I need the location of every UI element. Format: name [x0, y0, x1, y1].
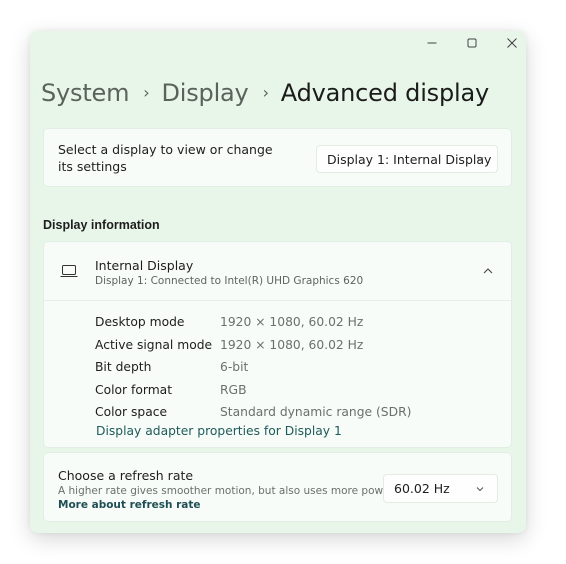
collapse-button[interactable] — [479, 262, 497, 280]
breadcrumb: System › Display › Advanced display — [41, 79, 489, 107]
settings-window: System › Display › Advanced display Sele… — [30, 31, 526, 533]
more-about-refresh-rate-link[interactable]: More about refresh rate — [58, 499, 201, 511]
minimize-icon — [427, 42, 437, 44]
page-title: Advanced display — [280, 79, 489, 107]
maximize-icon — [467, 38, 477, 48]
refresh-rate-title: Choose a refresh rate — [58, 468, 194, 483]
refresh-rate-card: Choose a refresh rate A higher rate give… — [43, 452, 512, 522]
close-icon — [507, 38, 517, 48]
breadcrumb-separator: › — [262, 83, 269, 102]
row-label: Active signal mode — [95, 337, 213, 352]
row-label: Color format — [95, 382, 173, 397]
info-row-active-signal-mode: Active signal mode 1920 × 1080, 60.02 Hz — [95, 334, 411, 357]
display-name: Internal Display — [95, 258, 194, 273]
refresh-rate-dropdown[interactable]: 60.02 Hz — [383, 474, 498, 503]
row-value: RGB — [220, 382, 247, 397]
display-information-card: Internal Display Display 1: Connected to… — [43, 241, 512, 448]
breadcrumb-system[interactable]: System — [41, 79, 129, 107]
row-label: Bit depth — [95, 360, 152, 375]
info-row-color-format: Color format RGB — [95, 379, 411, 402]
display-info-rows: Desktop mode 1920 × 1080, 60.02 Hz Activ… — [95, 311, 411, 424]
display-adapter-properties-link[interactable]: Display adapter properties for Display 1 — [96, 424, 342, 438]
row-value: 1920 × 1080, 60.02 Hz — [220, 315, 364, 330]
display-select-card: Select a display to view or change its s… — [43, 128, 512, 187]
info-row-bit-depth: Bit depth 6-bit — [95, 356, 411, 379]
display-dropdown[interactable]: Display 1: Internal Display — [316, 145, 498, 173]
row-value: 1920 × 1080, 60.02 Hz — [220, 337, 364, 352]
row-value: Standard dynamic range (SDR) — [220, 405, 412, 420]
breadcrumb-separator: › — [143, 83, 150, 102]
display-info-header[interactable]: Internal Display Display 1: Connected to… — [44, 242, 511, 301]
display-connection: Display 1: Connected to Intel(R) UHD Gra… — [95, 275, 364, 287]
display-dropdown-value: Display 1: Internal Display — [327, 151, 492, 167]
row-value: 6-bit — [220, 360, 249, 375]
maximize-button[interactable] — [452, 31, 492, 55]
laptop-icon — [60, 265, 78, 277]
refresh-rate-value: 60.02 Hz — [394, 481, 450, 496]
chevron-down-icon — [476, 157, 484, 162]
minimize-button[interactable] — [412, 31, 452, 55]
breadcrumb-display[interactable]: Display — [162, 79, 249, 107]
chevron-down-icon — [476, 487, 484, 492]
info-row-desktop-mode: Desktop mode 1920 × 1080, 60.02 Hz — [95, 311, 411, 334]
chevron-up-icon — [483, 268, 493, 274]
info-row-color-space: Color space Standard dynamic range (SDR) — [95, 401, 411, 424]
section-title-display-information: Display information — [43, 218, 160, 232]
refresh-rate-description: A higher rate gives smoother motion, but… — [58, 485, 394, 497]
row-label: Color space — [95, 405, 168, 420]
row-label: Desktop mode — [95, 315, 185, 330]
display-select-label: Select a display to view or change its s… — [58, 142, 273, 174]
close-button[interactable] — [492, 31, 532, 55]
